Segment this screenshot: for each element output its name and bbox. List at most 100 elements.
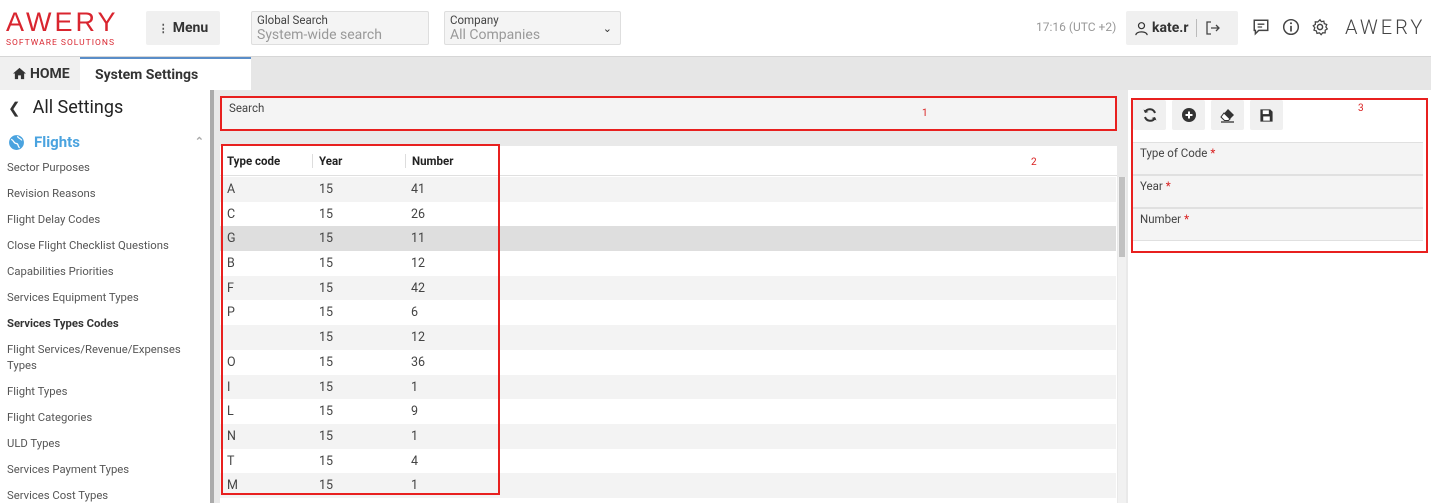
sidebar-item[interactable]: Flight Services/Revenue/Expenses Types xyxy=(7,342,202,374)
company-value: All Companies xyxy=(450,27,541,43)
all-settings-label: All Settings xyxy=(32,97,124,118)
globe-icon xyxy=(9,134,24,150)
tab-home[interactable]: HOME xyxy=(0,57,80,90)
grid-search-input[interactable]: Search 1 xyxy=(220,96,1117,131)
sidebar-item[interactable]: Flight Types xyxy=(7,384,202,400)
menu-label: Menu xyxy=(172,20,209,36)
sidebar-item[interactable]: Services Payment Types xyxy=(7,462,202,478)
cell-year: 15 xyxy=(319,182,334,197)
tab-system-settings[interactable]: System Settings xyxy=(80,57,251,91)
info-icon[interactable] xyxy=(1282,18,1300,36)
sidebar-item[interactable]: Services Equipment Types xyxy=(7,290,202,306)
cell-type-code: F xyxy=(227,280,234,296)
cell-type-code: M xyxy=(227,478,238,494)
grid-scrollbar-thumb[interactable] xyxy=(1119,177,1125,257)
number-field[interactable]: Number * xyxy=(1133,208,1423,241)
cell-year: 15 xyxy=(319,428,334,444)
cell-year: 15 xyxy=(319,280,334,296)
sidebar-item[interactable]: Close Flight Checklist Questions xyxy=(7,238,202,254)
chat-icon[interactable] xyxy=(1252,18,1270,36)
cell-type-code: C xyxy=(227,206,236,222)
chevron-down-icon: ⌄ xyxy=(602,22,612,35)
year-field[interactable]: Year * xyxy=(1133,175,1423,208)
clear-button[interactable] xyxy=(1211,100,1244,130)
sidebar-item[interactable]: ULD Types xyxy=(7,436,202,452)
table-row[interactable]: T 15 4 xyxy=(220,448,1116,474)
column-divider[interactable] xyxy=(405,154,406,168)
table-row[interactable]: O 15 36 xyxy=(220,349,1116,375)
sidebar-item[interactable]: Flight Delay Codes xyxy=(7,212,202,228)
table-row[interactable]: N 15 1 xyxy=(220,423,1116,449)
user-divider xyxy=(1196,19,1198,37)
save-icon xyxy=(1260,108,1273,122)
sidebar-item[interactable]: Services Types Codes xyxy=(7,316,202,332)
company-label: Company xyxy=(450,13,499,27)
type-of-code-field[interactable]: Type of Code * xyxy=(1133,142,1423,175)
sidebar-item[interactable]: Revision Reasons xyxy=(7,186,202,202)
number-label: Number xyxy=(1140,212,1182,226)
save-button[interactable] xyxy=(1250,100,1283,130)
table-row[interactable]: M 15 1 xyxy=(220,473,1116,498)
table-row[interactable]: A 15 41 xyxy=(220,177,1116,202)
table-row[interactable]: F 15 42 xyxy=(220,275,1116,301)
cell-type-code: T xyxy=(227,453,235,469)
sidebar-item[interactable]: Flight Categories xyxy=(7,410,202,426)
global-search-label: Global Search xyxy=(257,13,328,27)
cell-type-code: A xyxy=(227,182,236,197)
required-marker: * xyxy=(1210,146,1216,160)
all-settings-back-link[interactable]: ❮ All Settings xyxy=(8,97,123,118)
cell-type-code: N xyxy=(227,428,236,444)
logout-icon[interactable] xyxy=(1205,20,1221,36)
gear-icon[interactable] xyxy=(1311,18,1329,36)
grid-scrollbar[interactable] xyxy=(1118,177,1126,503)
cell-number: 26 xyxy=(411,206,426,222)
cell-number: 1 xyxy=(411,428,419,444)
company-select[interactable]: Company All Companies ⌄ xyxy=(444,11,621,45)
edit-panel: 3 Type of Code * Year * Number * xyxy=(1128,90,1431,503)
required-marker: * xyxy=(1184,212,1190,226)
chevron-up-icon[interactable]: ⌃ xyxy=(195,135,204,148)
cell-year: 15 xyxy=(319,305,334,321)
awery-logo[interactable]: AWERY SOFTWARE SOLUTIONS xyxy=(6,8,126,50)
global-search-placeholder: System-wide search xyxy=(257,27,382,43)
column-header-number[interactable]: Number xyxy=(412,154,453,168)
sidebar-item[interactable]: Capabilities Priorities xyxy=(7,264,202,280)
cell-type-code: O xyxy=(227,354,236,370)
cell-number: 11 xyxy=(411,231,426,247)
column-header-type-code[interactable]: Type code xyxy=(227,154,280,168)
grid-search-label: Search xyxy=(229,101,265,115)
chevron-left-icon: ❮ xyxy=(8,98,21,117)
cell-number: 1 xyxy=(411,379,419,395)
home-icon xyxy=(13,67,26,80)
cell-year: 15 xyxy=(319,231,334,247)
add-button[interactable] xyxy=(1172,100,1205,130)
user-box[interactable]: kate.r xyxy=(1126,11,1238,45)
menu-button[interactable]: ⋮ Menu xyxy=(146,11,220,45)
grid-header: Type code Year Number 2 xyxy=(220,146,1117,176)
table-row[interactable]: P 15 6 xyxy=(220,300,1116,326)
table-row[interactable]: I 15 1 xyxy=(220,374,1116,400)
table-row[interactable]: B 15 12 xyxy=(220,251,1116,276)
user-name: kate.r xyxy=(1152,20,1189,36)
grid-body: A 15 41 C 15 26 G 15 11 B 15 12 F 15 42 P 15 6 15 12 O 15 36 I 1… xyxy=(220,177,1116,503)
column-header-year[interactable]: Year xyxy=(319,154,342,168)
refresh-button[interactable] xyxy=(1133,100,1166,130)
table-row[interactable]: G 15 11 xyxy=(220,226,1116,252)
global-search-input[interactable]: Global Search System-wide search xyxy=(251,11,429,45)
sidebar-item[interactable]: Sector Purposes xyxy=(7,160,202,176)
main-area: Search 1 Type code Year Number 2 A 15 41 C 1… xyxy=(214,90,1128,503)
refresh-icon xyxy=(1143,108,1156,122)
sidebar-section-flights[interactable]: Flights ⌃ xyxy=(8,133,204,151)
tab-home-label: HOME xyxy=(30,65,70,82)
cell-number: 6 xyxy=(411,305,419,321)
table-row[interactable]: 15 12 xyxy=(220,325,1116,350)
table-row[interactable]: C 15 26 xyxy=(220,201,1116,227)
sidebar-item[interactable]: Services Cost Types xyxy=(7,488,202,503)
table-row[interactable]: L 15 9 xyxy=(220,399,1116,424)
sidebar-list: Sector Purposes Revision Reasons Flight De… xyxy=(7,160,202,503)
settings-sidebar: ❮ All Settings Flights ⌃ Sector Purposes… xyxy=(0,90,214,503)
tab-system-settings-label: System Settings xyxy=(95,67,199,83)
column-divider[interactable] xyxy=(312,154,313,168)
add-icon xyxy=(1181,108,1196,122)
logo-subtitle: SOFTWARE SOLUTIONS xyxy=(6,38,115,48)
